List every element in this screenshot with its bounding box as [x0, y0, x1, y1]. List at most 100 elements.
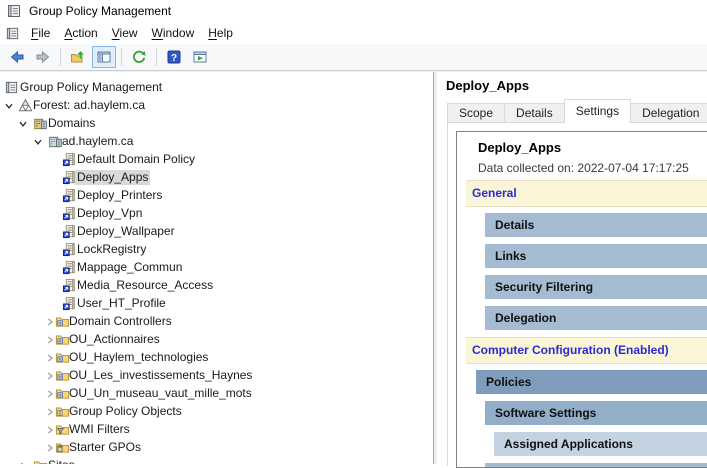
tree-item-label: Deploy_Wallpaper [75, 224, 177, 239]
toolbar: ? [0, 44, 707, 71]
tree-item-deploy-vpn[interactable]: Deploy_Vpn [0, 205, 433, 223]
report-band-policies[interactable]: Policies [476, 370, 707, 394]
chevron-right-icon[interactable] [45, 335, 55, 345]
settings-report-frame[interactable]: Deploy_Apps Data collected on: 2022-07-0… [456, 131, 707, 468]
tree-item-label: Default Domain Policy [75, 152, 197, 167]
menu-action[interactable]: Action [57, 24, 104, 42]
show-console-tree-button[interactable] [92, 46, 116, 68]
forward-arrow-icon [35, 49, 51, 65]
report-section-general[interactable]: General [466, 180, 707, 207]
scope-tree: Group Policy ManagementForest: ad.haylem… [0, 72, 433, 464]
tree-item-ad-haylem-ca[interactable]: ad.haylem.ca [0, 133, 433, 151]
tree-item-user-ht-profile[interactable]: User_HT_Profile [0, 295, 433, 313]
new-window-button[interactable] [188, 46, 212, 68]
tree-item-mappage-commun[interactable]: Mappage_Commun [0, 259, 433, 277]
menu-view[interactable]: View [105, 24, 145, 42]
toolbar-separator [121, 48, 122, 66]
tree-item-ou-un-museau-vaut-mille-mots[interactable]: OU_Un_museau_vaut_mille_mots [0, 385, 433, 403]
tree-item-label: Deploy_Vpn [75, 206, 144, 221]
tree-item-media-resource-access[interactable]: Media_Resource_Access [0, 277, 433, 295]
settings-tab-page: Deploy_Apps Data collected on: 2022-07-0… [447, 122, 707, 466]
console-tree-icon [96, 49, 112, 65]
tree-item-domain-controllers[interactable]: Domain Controllers [0, 313, 433, 331]
tree-item-label: Domain Controllers [67, 314, 174, 329]
tree-item-sites[interactable]: Sites [0, 457, 433, 464]
chevron-down-icon[interactable] [18, 119, 28, 129]
menu-file[interactable]: File [24, 24, 57, 42]
tree-item-label: WMI Filters [67, 422, 132, 437]
chevron-down-icon[interactable] [4, 101, 14, 111]
report-sections: General Details Links Security Filtering Del… [466, 180, 707, 468]
tree-item-ou-actionnaires[interactable]: OU_Actionnaires [0, 331, 433, 349]
chevron-right-icon[interactable] [45, 371, 55, 381]
tree-item-deploy-printers[interactable]: Deploy_Printers [0, 187, 433, 205]
tree-item-wmi-filters[interactable]: WMI Filters [0, 421, 433, 439]
chevron-down-icon[interactable] [33, 137, 43, 147]
tree-item-ou-haylem-technologies[interactable]: OU_Haylem_technologies [0, 349, 433, 367]
forward-button[interactable] [31, 46, 55, 68]
up-one-level-button[interactable] [66, 46, 90, 68]
tree-item-deploy-apps[interactable]: Deploy_Apps [0, 169, 433, 187]
tree-item-label: Mappage_Commun [75, 260, 184, 275]
tree-item-label: OU_Un_museau_vaut_mille_mots [67, 386, 254, 401]
tree-item-label: Media_Resource_Access [75, 278, 215, 293]
report-band-links[interactable]: Links [485, 244, 707, 268]
tab-settings[interactable]: Settings [564, 99, 631, 123]
chevron-right-icon[interactable] [45, 425, 55, 435]
tree-item-group-policy-objects[interactable]: Group Policy Objects [0, 403, 433, 421]
tree-item-label: Deploy_Printers [75, 188, 164, 203]
tree-item-label: ad.haylem.ca [60, 134, 135, 149]
tree-item-label: Domains [46, 116, 97, 131]
report-section-computer-configuration-enabled[interactable]: Computer Configuration (Enabled) [466, 337, 707, 364]
tree-item-label: Starter GPOs [67, 440, 143, 455]
report-gpo-name: Deploy_Apps [478, 140, 707, 155]
tree-item-starter-gpos[interactable]: Starter GPOs [0, 439, 433, 457]
tree-item-label: Sites [46, 458, 77, 464]
gpmc-console-icon [4, 80, 19, 95]
tab-delegation[interactable]: Delegation [630, 103, 707, 123]
gpmc-app-icon [6, 3, 22, 19]
report-band-security-filtering[interactable]: Security Filtering [485, 275, 707, 299]
title-bar: Group Policy Management [0, 0, 707, 22]
tree-item-forest-ad-haylem-ca[interactable]: Forest: ad.haylem.ca [0, 97, 433, 115]
help-icon: ? [166, 49, 182, 65]
report-band-details[interactable]: Details [485, 213, 707, 237]
refresh-icon [131, 49, 147, 65]
tree-item-deploy-wallpaper[interactable]: Deploy_Wallpaper [0, 223, 433, 241]
menu-window[interactable]: Window [145, 24, 202, 42]
toolbar-separator [156, 48, 157, 66]
report-band-delegation[interactable]: Delegation [485, 306, 707, 330]
gpo-title: Deploy_Apps [446, 78, 529, 93]
tree-item-default-domain-policy[interactable]: Default Domain Policy [0, 151, 433, 169]
tree-item-label: Group Policy Objects [67, 404, 184, 419]
report-band-software-settings[interactable]: Software Settings [485, 401, 707, 425]
toolbar-separator [60, 48, 61, 66]
back-arrow-icon [9, 49, 25, 65]
tab-scope[interactable]: Scope [447, 103, 505, 123]
tree-item-label: OU_Actionnaires [67, 332, 162, 347]
chevron-right-icon[interactable] [45, 353, 55, 363]
tree-item-label: OU_Les_investissements_Haynes [67, 368, 254, 383]
gpmc-app-icon-small [5, 26, 20, 41]
tree-item-label: Forest: ad.haylem.ca [31, 98, 147, 113]
tree-item-group-policy-management[interactable]: Group Policy Management [0, 79, 433, 97]
chevron-right-icon[interactable] [45, 407, 55, 417]
tree-item-label: User_HT_Profile [75, 296, 168, 311]
tree-item-label: LockRegistry [75, 242, 148, 257]
chevron-right-icon[interactable] [45, 389, 55, 399]
tree-item-ou-les-investissements-haynes[interactable]: OU_Les_investissements_Haynes [0, 367, 433, 385]
console-tree-pane: Group Policy ManagementForest: ad.haylem… [0, 72, 434, 464]
refresh-button[interactable] [127, 46, 151, 68]
help-button[interactable]: ? [162, 46, 186, 68]
tab-details[interactable]: Details [504, 103, 565, 123]
report-collected-timestamp: Data collected on: 2022-07-04 17:17:25 [478, 161, 707, 175]
back-button[interactable] [5, 46, 29, 68]
menu-help[interactable]: Help [201, 24, 240, 42]
details-pane: Deploy_Apps ScopeDetailsSettingsDelegati… [437, 72, 707, 464]
menu-items: FileActionViewWindowHelp [24, 26, 240, 40]
tree-item-domains[interactable]: Domains [0, 115, 433, 133]
tree-item-lockregistry[interactable]: LockRegistry [0, 241, 433, 259]
chevron-right-icon[interactable] [45, 443, 55, 453]
chevron-right-icon[interactable] [45, 317, 55, 327]
report-band-assigned-applications[interactable]: Assigned Applications [494, 432, 707, 456]
